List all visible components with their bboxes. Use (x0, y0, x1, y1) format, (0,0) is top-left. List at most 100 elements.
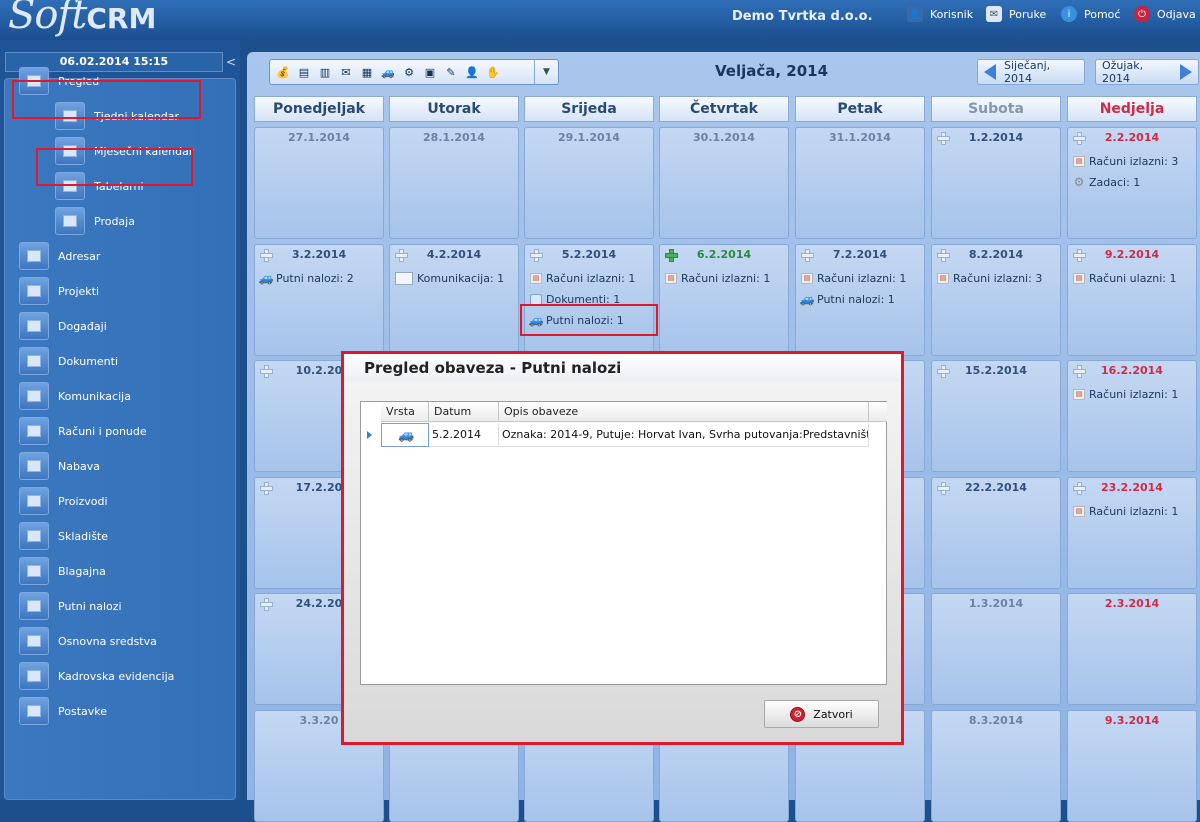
calendar-day-cell[interactable]: 4.2.2014 Komunikacija: 1 (389, 244, 519, 356)
calendar-day-cell[interactable]: 23.2.2014 ▤ Računi izlazni: 1 (1067, 477, 1197, 589)
calendar-event[interactable]: ▤ Računi izlazni: 1 (665, 269, 770, 287)
calendar-day-cell[interactable]: 1.2.2014 (931, 127, 1061, 239)
event-label: Putni nalozi: 2 (276, 271, 354, 285)
column-header-description[interactable]: Opis obaveze (499, 402, 869, 422)
sidebar-item-label: Projekti (58, 284, 100, 298)
sidebar-item-projekti[interactable]: Projekti (19, 276, 99, 306)
document-icon (530, 293, 542, 305)
highlight-travel-orders (520, 304, 658, 336)
close-button[interactable]: ⊘ Zatvori (764, 700, 879, 728)
projects-icon (19, 277, 49, 305)
calendar-event[interactable]: ▤ Računi izlazni: 1 (1073, 385, 1178, 403)
sidebar-item-label: Postavke (58, 704, 108, 718)
invoice-out-icon[interactable]: ▤ (296, 64, 312, 80)
calendar-event[interactable]: 🚙 Putni nalozi: 2 (259, 269, 354, 287)
car-icon: 🚙 (398, 428, 415, 443)
day-date: 28.1.2014 (390, 128, 518, 148)
sidebar-item-skladište[interactable]: Skladište (19, 521, 108, 551)
calendar-event[interactable]: ▤ Računi izlazni: 3 (1073, 152, 1178, 170)
calendar-day-cell[interactable]: 7.2.2014 ▤ Računi izlazni: 1 🚙 Putni nalozi:… (795, 244, 925, 356)
prev-month-button[interactable]: Siječanj, 2014 (977, 59, 1085, 85)
invoice-in-icon[interactable]: ▥ (317, 64, 333, 80)
document-icon[interactable]: ▦ (359, 64, 375, 80)
sidebar-item-proizvodi[interactable]: Proizvodi (19, 486, 108, 516)
row-type-cell[interactable]: 🚙 (381, 423, 429, 447)
help-button[interactable]: i Pomoć (1061, 6, 1120, 22)
event-label: Računi izlazni: 1 (681, 271, 771, 285)
calendar-day-cell[interactable]: 30.1.2014 (659, 127, 789, 239)
calendar-event[interactable]: Komunikacija: 1 (395, 269, 504, 287)
invoice-icon: ▤ (801, 272, 813, 284)
calendar-day-cell[interactable]: 8.3.2014 (931, 710, 1061, 822)
invoices-icon (19, 417, 49, 445)
person-icon[interactable]: 👤 (464, 64, 480, 80)
calendar-event[interactable]: ▤ Računi izlazni: 1 (1073, 502, 1178, 520)
calendar-day-cell[interactable]: 9.3.2014 (1067, 710, 1197, 822)
sidebar-item-nabava[interactable]: Nabava (19, 451, 100, 481)
column-header-type[interactable]: Vrsta (381, 402, 429, 422)
calendar-event[interactable]: ⚙ Zadaci: 1 (1073, 173, 1141, 191)
next-month-button[interactable]: Ožujak, 2014 (1095, 59, 1199, 85)
calendar-day-cell[interactable]: 2.3.2014 (1067, 593, 1197, 705)
sales-chart-icon (55, 207, 85, 235)
day-date: 5.2.2014 (525, 245, 653, 265)
calendar-day-cell[interactable]: 15.2.2014 (931, 360, 1061, 472)
sidebar-collapse-button[interactable]: < (224, 52, 238, 72)
event-label: Računi izlazni: 1 (1089, 387, 1179, 401)
sidebar-item-komunikacija[interactable]: Komunikacija (19, 381, 131, 411)
calendar-event[interactable]: ▤ Računi izlazni: 1 (530, 269, 635, 287)
toolbar-dropdown-button[interactable]: ▼ (534, 60, 558, 84)
calendar-day-cell[interactable]: 9.2.2014 ▤ Računi ulazni: 1 (1067, 244, 1197, 356)
sidebar-item-događaji[interactable]: Događaji (19, 311, 107, 341)
sidebar-item-label: Adresar (58, 249, 101, 263)
sidebar-item-adresar[interactable]: Adresar (19, 241, 100, 271)
sidebar-item-dokumenti[interactable]: Dokumenti (19, 346, 118, 376)
car-icon[interactable]: 🚙 (380, 64, 396, 80)
calendar-day-cell[interactable]: 3.2.2014 🚙 Putni nalozi: 2 (254, 244, 384, 356)
calendar-day-cell[interactable]: 31.1.2014 (795, 127, 925, 239)
edit-icon[interactable]: ✎ (443, 64, 459, 80)
logout-button[interactable]: ⏻ Odjava (1134, 6, 1196, 22)
calendar-day-cell[interactable]: 6.2.2014 ▤ Računi izlazni: 1 (659, 244, 789, 356)
calendar-event[interactable]: ▤ Računi izlazni: 1 (801, 269, 906, 287)
row-description-cell[interactable]: Oznaka: 2014-9, Putuje: Horvat Ivan, Svr… (499, 423, 869, 447)
column-header-date[interactable]: Datum (429, 402, 499, 422)
mail-icon[interactable]: ✉ (338, 64, 354, 80)
calendar-event[interactable]: 🚙 Putni nalozi: 1 (800, 290, 895, 308)
day-header-6: Nedjelja (1067, 96, 1197, 122)
address-book-icon (19, 242, 49, 270)
messages-button[interactable]: ✉ Poruke (986, 6, 1046, 22)
gear-icon[interactable]: ⚙ (401, 64, 417, 80)
calendar-event[interactable]: ▤ Računi izlazni: 3 (937, 269, 1042, 287)
sidebar-item-postavke[interactable]: Postavke (19, 696, 107, 726)
row-date-cell[interactable]: 5.2.2014 (429, 423, 499, 447)
user-menu-button[interactable]: 👤 Korisnik (907, 6, 973, 22)
sidebar-item-prodaja[interactable]: Prodaja (55, 206, 135, 236)
event-label: Zadaci: 1 (1089, 175, 1141, 189)
calendar-event[interactable]: ▤ Računi ulazni: 1 (1073, 269, 1176, 287)
warehouse-icon (19, 522, 49, 550)
sidebar-item-putni-nalozi[interactable]: Putni nalozi (19, 591, 122, 621)
event-label: Komunikacija: 1 (417, 271, 505, 285)
day-date: 23.2.2014 (1068, 478, 1196, 498)
calendar-day-cell[interactable]: 22.2.2014 (931, 477, 1061, 589)
sidebar-item-kadrovska-evidencija[interactable]: Kadrovska evidencija (19, 661, 174, 691)
sidebar-item-label: Komunikacija (58, 389, 131, 403)
sidebar-item-blagajna[interactable]: Blagajna (19, 556, 106, 586)
calendar-day-cell[interactable]: 1.3.2014 (931, 593, 1061, 705)
calendar-day-cell[interactable]: 5.2.2014 ▤ Računi izlazni: 1 Dokumenti: 1 🚙 P… (524, 244, 654, 356)
sidebar-item-računi-i-ponude[interactable]: Računi i ponude (19, 416, 147, 446)
calendar-day-cell[interactable]: 2.2.2014 ▤ Računi izlazni: 3 ⚙ Zadaci: 1 (1067, 127, 1197, 239)
day-header-4: Petak (795, 96, 925, 122)
event-label: Putni nalozi: 1 (817, 292, 895, 306)
calendar-day-cell[interactable]: 27.1.2014 (254, 127, 384, 239)
calendar-day-cell[interactable]: 29.1.2014 (524, 127, 654, 239)
calendar-day-cell[interactable]: 28.1.2014 (389, 127, 519, 239)
calendar-day-cell[interactable]: 16.2.2014 ▤ Računi izlazni: 1 (1067, 360, 1197, 472)
sidebar-item-osnovna-sredstva[interactable]: Osnovna sredstva (19, 626, 157, 656)
note-icon[interactable]: ▣ (422, 64, 438, 80)
money-icon[interactable]: 💰 (275, 64, 291, 80)
calendar-day-cell[interactable]: 8.2.2014 ▤ Računi izlazni: 3 (931, 244, 1061, 356)
day-header-0: Ponedjeljak (254, 96, 384, 122)
hand-icon[interactable]: ✋ (485, 64, 501, 80)
